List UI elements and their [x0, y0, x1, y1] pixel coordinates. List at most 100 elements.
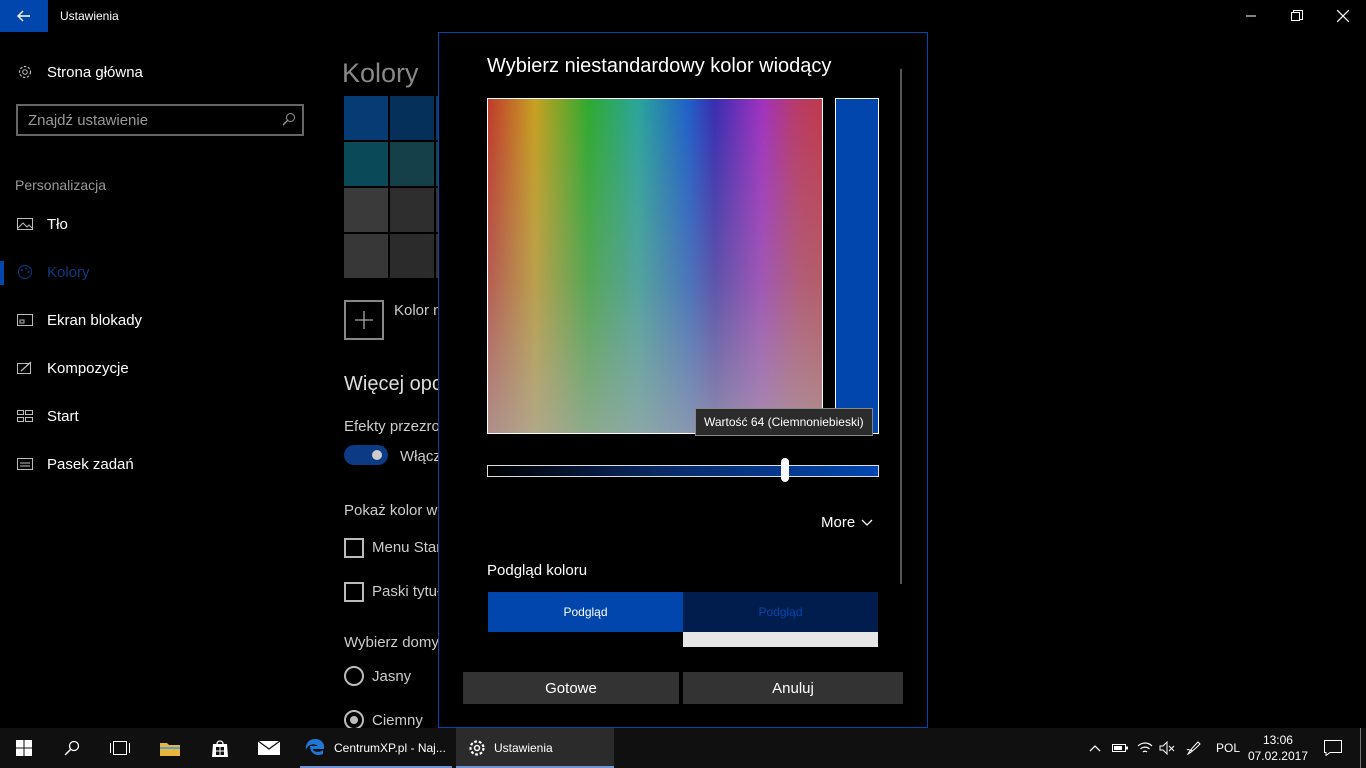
sidebar-item-lock-screen[interactable]: Ekran blokady: [0, 300, 330, 340]
minimize-icon: [1246, 15, 1256, 17]
back-button[interactable]: [0, 0, 48, 32]
store-icon: [212, 740, 228, 757]
search-button[interactable]: [48, 728, 96, 768]
start-icon: [16, 407, 34, 425]
taskbar-icon: [16, 455, 34, 473]
slider-thumb[interactable]: [781, 458, 789, 482]
sidebar-item-colors[interactable]: Kolory: [0, 252, 330, 292]
clock[interactable]: 13:06 07.02.2017: [1248, 732, 1308, 764]
preview-label: Podgląd koloru: [487, 562, 588, 579]
transparency-toggle[interactable]: [344, 445, 388, 465]
color-swatch[interactable]: [344, 234, 388, 278]
wifi-icon: [1137, 742, 1153, 753]
color-swatch[interactable]: [344, 188, 388, 232]
show-hidden-icons-button[interactable]: [1084, 728, 1106, 768]
taskbar-app-edge[interactable]: CentrumXP.pl - Naj...: [300, 728, 452, 768]
pen-button[interactable]: [1182, 728, 1206, 768]
custom-color-button[interactable]: [344, 300, 384, 340]
toggle-state-label: Włącz: [400, 448, 441, 465]
gear-icon: [16, 63, 34, 81]
start-menu-checkbox[interactable]: [344, 538, 364, 558]
gear-icon: [469, 740, 485, 756]
volume-button[interactable]: [1155, 728, 1179, 768]
slider-tooltip: Wartość 64 (Ciemnoniebieski): [695, 408, 873, 436]
sidebar-item-label: Kolory: [47, 263, 90, 281]
lock-screen-icon: [16, 311, 34, 329]
sidebar: Strona główna Znajdź ustawienie Personal…: [0, 32, 330, 728]
battery-icon: [1112, 744, 1128, 752]
action-center-button[interactable]: [1316, 728, 1350, 768]
search-icon: [64, 740, 80, 756]
window-title: Ustawienia: [60, 9, 119, 23]
taskbar: CentrumXP.pl - Naj... Ustawienia POL 13:…: [0, 728, 1366, 768]
taskbar-app-label: Ustawienia: [494, 741, 553, 755]
language-indicator[interactable]: POL: [1210, 728, 1246, 768]
task-view-button[interactable]: [96, 728, 144, 768]
light-mode-radio[interactable]: [344, 666, 364, 686]
value-slider[interactable]: [487, 465, 879, 477]
custom-color-label: Kolor n: [394, 302, 442, 319]
title-bar: Ustawienia: [0, 0, 1366, 32]
clock-time: 13:06: [1262, 733, 1293, 747]
color-swatch[interactable]: [390, 142, 434, 186]
plus-icon: [355, 311, 373, 329]
more-button[interactable]: More: [821, 514, 873, 531]
color-swatch[interactable]: [390, 234, 434, 278]
sidebar-item-label: Ekran blokady: [47, 311, 143, 329]
color-picker-dialog: Wybierz niestandardowy kolor wiodący War…: [438, 32, 928, 728]
sidebar-item-label: Start: [47, 407, 79, 425]
palette-icon: [16, 263, 34, 281]
done-button[interactable]: Gotowe: [463, 672, 679, 704]
store-button[interactable]: [196, 728, 244, 768]
more-label: More: [821, 514, 856, 531]
speaker-muted-icon: [1159, 741, 1175, 755]
sidebar-item-label: Kompozycje: [47, 359, 129, 377]
transparency-label: Efekty przezro: [344, 418, 440, 435]
sidebar-item-home[interactable]: Strona główna: [0, 52, 330, 92]
windows-logo-icon: [16, 740, 32, 756]
back-arrow-icon: [17, 10, 30, 22]
color-swatch[interactable]: [390, 188, 434, 232]
preview-light: Podgląd: [488, 592, 683, 632]
clock-date: 07.02.2017: [1247, 749, 1308, 763]
more-options-heading: Więcej opc: [344, 373, 442, 395]
picture-icon: [16, 215, 34, 233]
dialog-scrollbar[interactable]: [900, 69, 902, 584]
taskbar-app-settings[interactable]: Ustawienia: [456, 728, 614, 768]
color-swatch[interactable]: [344, 142, 388, 186]
color-swatch[interactable]: [390, 96, 434, 140]
notification-icon: [1324, 740, 1342, 756]
edge-icon: [305, 739, 325, 756]
folder-icon: [160, 743, 180, 756]
start-button[interactable]: [0, 728, 48, 768]
preview-dark: Podgląd: [683, 592, 878, 632]
title-bars-checkbox[interactable]: [344, 582, 364, 602]
taskbar-app-label: CentrumXP.pl - Naj...: [334, 741, 446, 755]
minimize-button[interactable]: [1228, 0, 1274, 32]
dark-mode-radio[interactable]: [344, 710, 364, 730]
color-spectrum[interactable]: [487, 98, 823, 434]
toggle-knob: [372, 450, 382, 460]
sidebar-item-label: Tło: [47, 215, 68, 233]
close-button[interactable]: [1320, 0, 1366, 32]
sidebar-item-taskbar[interactable]: Pasek zadań: [0, 444, 330, 484]
network-button[interactable]: [1133, 728, 1157, 768]
close-icon: [1337, 10, 1349, 22]
show-color-label: Pokaż kolor wi: [344, 502, 441, 519]
mail-button[interactable]: [245, 728, 293, 768]
checkbox-label: Menu Star: [372, 539, 442, 556]
show-desktop-button[interactable]: [1360, 728, 1361, 768]
file-explorer-button[interactable]: [146, 728, 194, 768]
cancel-button[interactable]: Anuluj: [683, 672, 903, 704]
color-swatch[interactable]: [344, 96, 388, 140]
page-title: Kolory: [342, 58, 419, 88]
sidebar-item-start[interactable]: Start: [0, 396, 330, 436]
search-input[interactable]: Znajdź ustawienie: [16, 104, 304, 136]
radio-label: Ciemny: [372, 712, 423, 729]
chevron-down-icon: [861, 519, 873, 526]
sidebar-item-themes[interactable]: Kompozycje: [0, 348, 330, 388]
battery-button[interactable]: [1108, 728, 1132, 768]
sidebar-item-background[interactable]: Tło: [0, 204, 330, 244]
sidebar-item-label: Pasek zadań: [47, 455, 134, 473]
restore-button[interactable]: [1274, 0, 1320, 32]
